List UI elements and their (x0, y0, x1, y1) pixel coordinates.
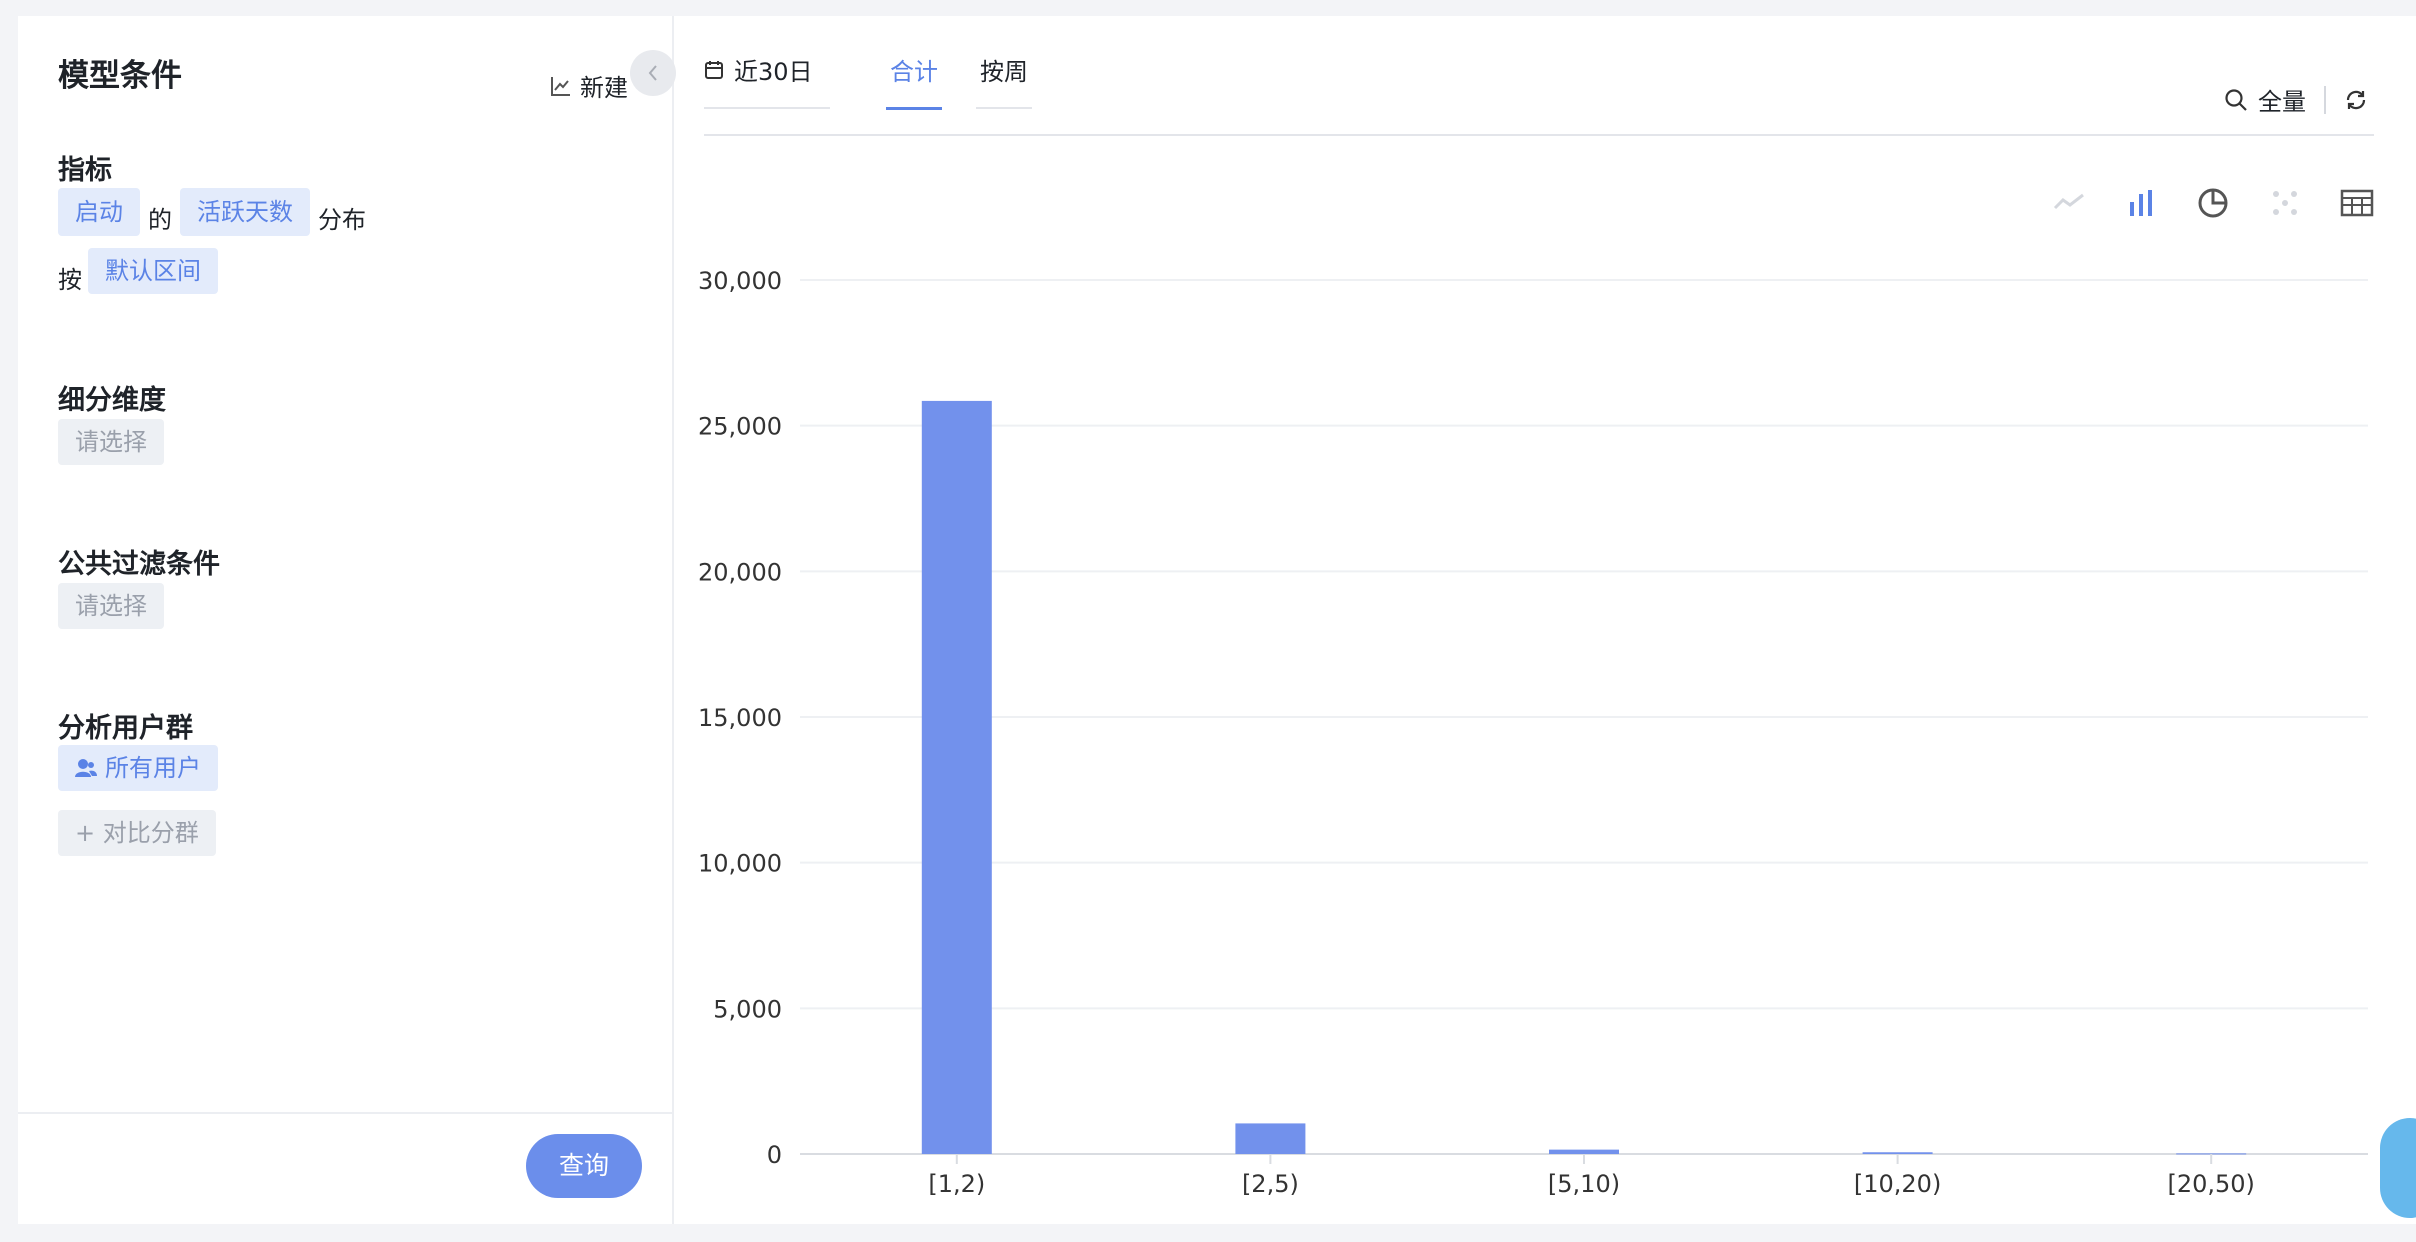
collapse-panel-button[interactable] (630, 50, 676, 96)
chevron-left-icon (648, 65, 657, 81)
y-tick-label: 10,000 (698, 850, 782, 878)
x-tick-label: [1,2) (928, 1170, 985, 1198)
bar-chart: 0 5,000 10,000 15,000 20,000 25,000 30,000 [1,2… (698, 267, 2368, 1198)
y-tick-label: 25,000 (698, 413, 782, 441)
x-tick-label: [5,10) (1548, 1170, 1620, 1198)
y-tick-label: 15,000 (698, 704, 782, 732)
y-tick-label: 0 (767, 1141, 782, 1169)
y-tick-label: 20,000 (698, 558, 782, 586)
x-tick-label: [20,50) (2167, 1170, 2254, 1198)
x-tick-label: [10,20) (1854, 1170, 1941, 1198)
y-tick-label: 5,000 (713, 995, 782, 1023)
bar (921, 400, 992, 1154)
bar (1235, 1123, 1306, 1154)
bar (1862, 1152, 1933, 1154)
x-tick-label: [2,5) (1242, 1170, 1299, 1198)
assistant-widget[interactable] (2380, 1118, 2416, 1218)
y-tick-label: 30,000 (698, 267, 782, 295)
bar (1549, 1149, 1619, 1154)
